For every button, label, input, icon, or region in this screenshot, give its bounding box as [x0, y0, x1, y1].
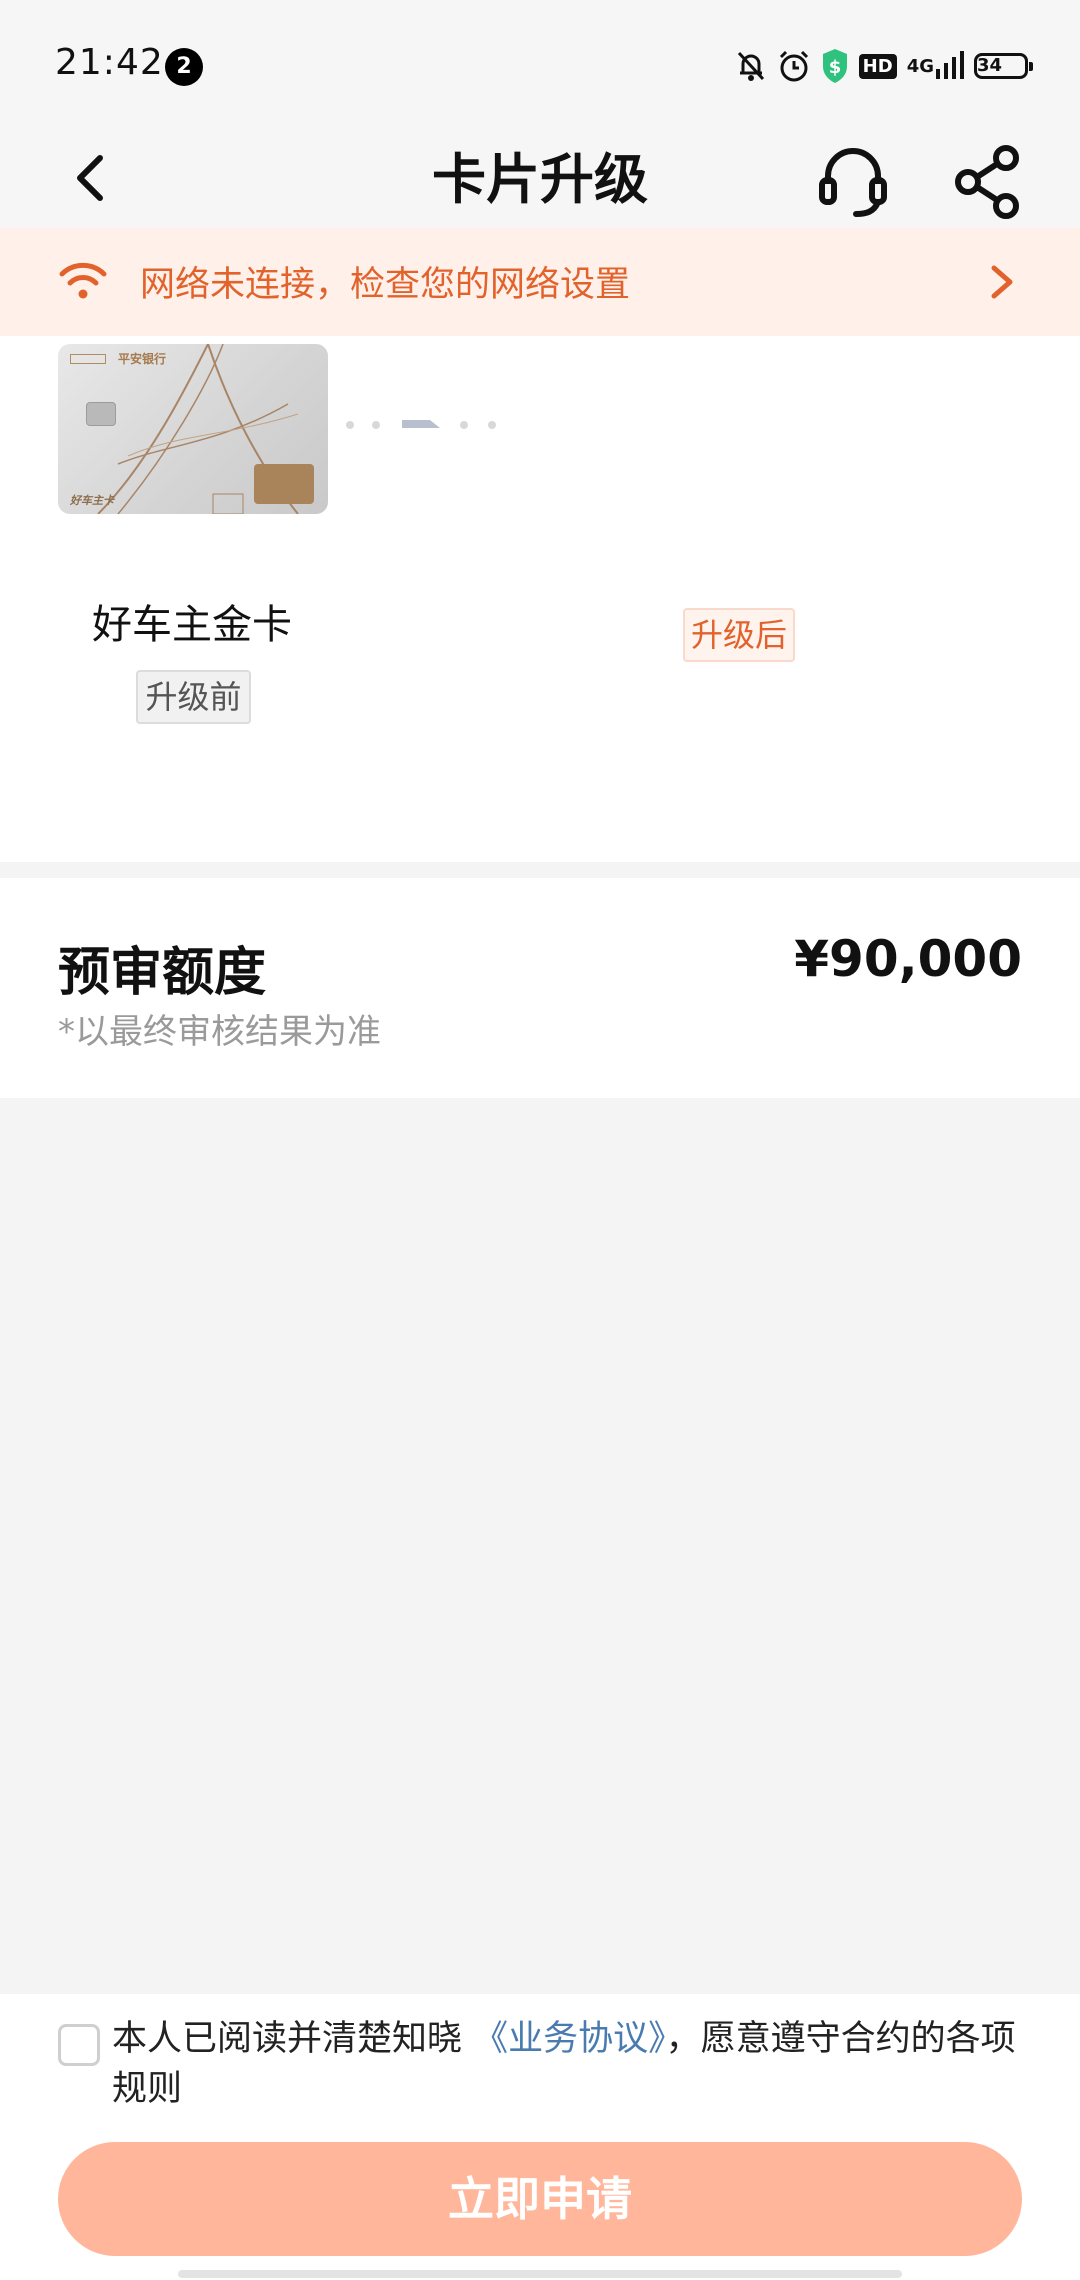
share-button[interactable]: [944, 136, 1034, 226]
credit-note: *以最终审核结果为准: [58, 1012, 381, 1052]
network-type: 4G: [906, 55, 934, 77]
upgrade-arrow-indicator: [346, 420, 496, 429]
status-icons: $ HD 4G 34: [735, 44, 1033, 88]
notification-count-badge: 2: [165, 48, 203, 86]
agreement-checkbox[interactable]: [58, 2024, 100, 2066]
credit-value: ¥90,000: [794, 930, 1022, 988]
dollar-icon: $: [821, 48, 849, 84]
battery-indicator: 34: [974, 53, 1033, 79]
apply-button[interactable]: 立即申请: [58, 2142, 1022, 2256]
card-print-name: 好车主卡: [70, 494, 114, 507]
chevron-right-icon: [991, 265, 1013, 299]
mute-bell-icon: [735, 49, 767, 83]
card-upgrade-section: 平安银行 好车主卡 好车主金卡 升级前 升级后: [0, 336, 1080, 862]
signal-icon: 4G: [907, 51, 964, 81]
share-icon: [955, 145, 1019, 219]
agreement-link[interactable]: 《业务协议》: [473, 2019, 666, 2059]
back-button[interactable]: [56, 138, 136, 218]
current-card-name: 好车主金卡: [92, 602, 292, 648]
agreement-prefix: 本人已阅读并清楚知晓: [112, 2019, 463, 2059]
nav-bar: 卡片升级: [0, 130, 1080, 230]
wifi-icon: [59, 262, 107, 299]
footer: 本人已阅读并清楚知晓 《业务协议》，愿意遵守合约的各项规则 立即申请: [0, 1994, 1080, 2280]
card-chip: [86, 402, 116, 426]
current-card-image: 平安银行 好车主卡: [58, 344, 328, 514]
customer-service-button[interactable]: [808, 136, 898, 226]
card-bank-logo: [70, 354, 106, 364]
network-warning-banner[interactable]: 网络未连接，检查您的网络设置: [0, 228, 1080, 336]
headset-icon: [819, 148, 887, 217]
status-bar: 21:42 2 $ HD 4G 34: [0, 0, 1080, 130]
network-warning-text: 网络未连接，检查您的网络设置: [140, 265, 631, 305]
pre-approved-credit-section: 预审额度 ¥90,000 *以最终审核结果为准: [0, 878, 1080, 1098]
home-indicator: [178, 2270, 902, 2278]
agreement-text: 本人已阅读并清楚知晓 《业务协议》，愿意遵守合约的各项规则: [112, 2014, 1032, 2114]
svg-text:$: $: [828, 57, 841, 78]
hd-indicator: HD: [858, 53, 897, 79]
before-upgrade-tag: 升级前: [136, 670, 251, 724]
alarm-icon: [777, 49, 811, 83]
page-title: 卡片升级: [432, 148, 648, 211]
back-icon: [77, 155, 103, 201]
status-time: 21:42: [55, 42, 164, 83]
after-upgrade-tag: 升级后: [683, 608, 795, 662]
unionpay-logo: [254, 464, 314, 504]
credit-label: 预审额度: [58, 943, 267, 1003]
card-bank-name: 平安银行: [118, 352, 167, 366]
